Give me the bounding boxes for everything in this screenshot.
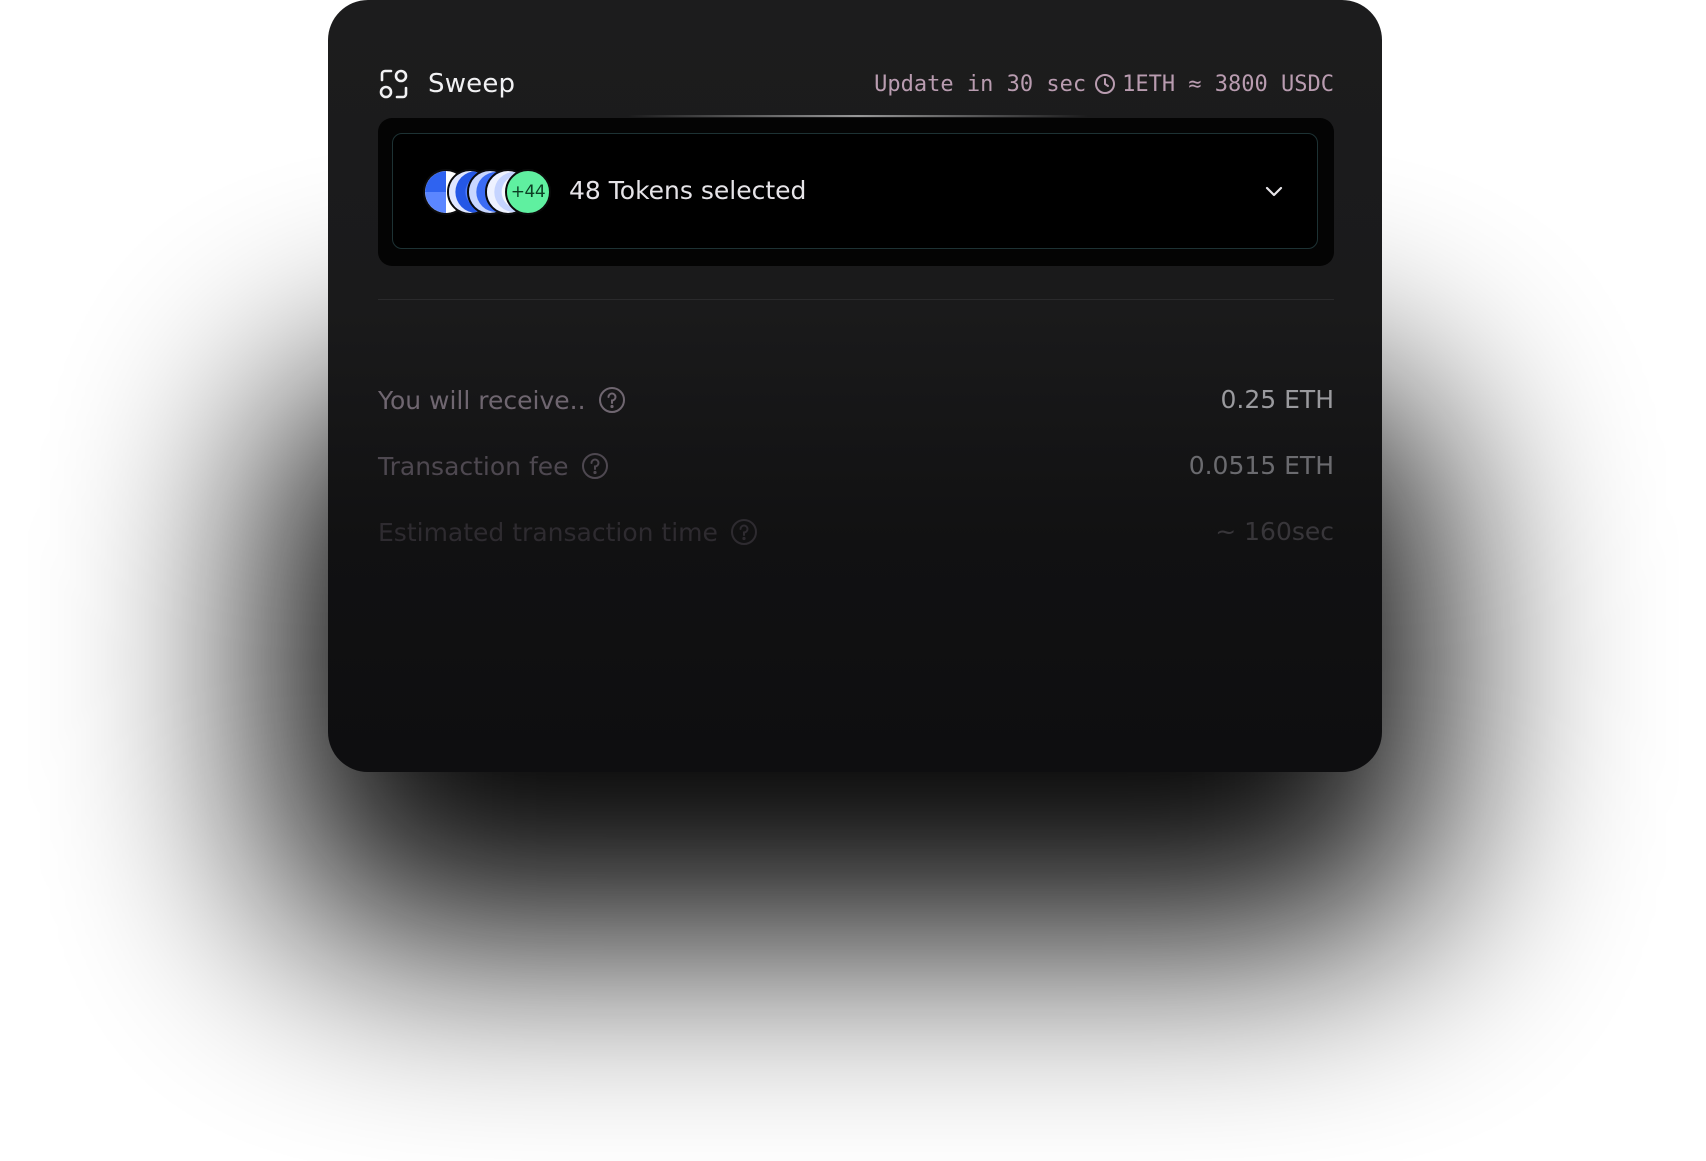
token-selector-dropdown[interactable]: +44 48 Tokens selected	[392, 133, 1318, 249]
sweep-logo-icon	[379, 69, 408, 99]
summary-row-receive: You will receive.. 0.25 ETH	[378, 380, 1334, 420]
card-header: Sweep Update in 30 sec 1ETH ≈ 3800 USDC	[378, 64, 1334, 104]
help-icon[interactable]	[730, 518, 758, 546]
update-countdown: Update in 30 sec	[874, 71, 1087, 97]
tokens-selected-label: 48 Tokens selected	[569, 176, 807, 205]
sweep-card: Sweep Update in 30 sec 1ETH ≈ 3800 USDC	[328, 0, 1382, 772]
conversion-rate: 1ETH ≈ 3800 USDC	[1122, 71, 1334, 97]
receive-label: You will receive..	[378, 385, 586, 415]
fee-label: Transaction fee	[378, 451, 569, 481]
summary-row-fee: Transaction fee 0.0515 ETH	[378, 446, 1334, 486]
time-label: Estimated transaction time	[378, 517, 718, 547]
clock-icon	[1095, 74, 1116, 94]
receive-value: 0.25 ETH	[1220, 385, 1334, 414]
chevron-down-icon[interactable]	[1263, 180, 1285, 202]
app-title: Sweep	[428, 69, 516, 99]
token-selector-container: +44 48 Tokens selected	[378, 118, 1334, 266]
summary-row-time: Estimated transaction time ~ 160sec	[378, 512, 1334, 552]
help-icon[interactable]	[598, 386, 626, 414]
brand: Sweep	[378, 64, 515, 104]
summary-label: Transaction fee	[378, 446, 609, 486]
help-icon[interactable]	[581, 452, 609, 480]
header-highlight	[628, 115, 1088, 117]
summary-label: You will receive..	[378, 380, 626, 420]
section-divider	[378, 299, 1334, 300]
fee-value: 0.0515 ETH	[1188, 451, 1334, 480]
rate-info: Update in 30 sec 1ETH ≈ 3800 USDC	[874, 64, 1334, 104]
token-stack: +44	[423, 169, 553, 217]
summary-label: Estimated transaction time	[378, 512, 758, 552]
more-tokens-badge: +44	[505, 169, 551, 215]
time-value: ~ 160sec	[1215, 517, 1334, 546]
